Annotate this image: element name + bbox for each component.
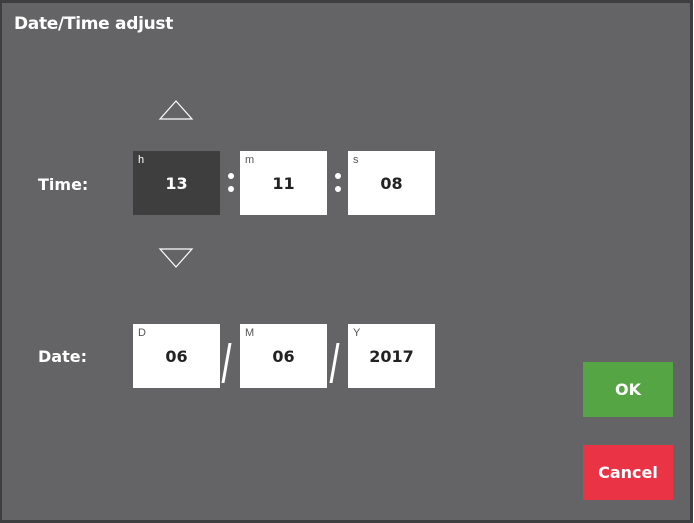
day-field[interactable]: D 06 (133, 324, 220, 388)
year-field[interactable]: Y 2017 (348, 324, 435, 388)
triangle-down-icon[interactable] (158, 247, 194, 269)
triangle-up-icon[interactable] (158, 99, 194, 121)
year-value: 2017 (369, 347, 414, 366)
cancel-button[interactable]: Cancel (583, 445, 673, 500)
month-unit: M (245, 327, 255, 339)
day-unit: D (138, 327, 146, 339)
hours-unit: h (138, 154, 145, 166)
time-separator (228, 173, 234, 193)
date-separator (221, 343, 232, 383)
year-unit: Y (353, 327, 361, 339)
day-value: 06 (165, 347, 188, 366)
month-field[interactable]: M 06 (240, 324, 327, 388)
seconds-field[interactable]: s 08 (348, 151, 435, 215)
minutes-unit: m (245, 154, 255, 166)
seconds-unit: s (353, 154, 359, 166)
month-value: 06 (272, 347, 295, 366)
hours-value: 13 (165, 174, 188, 193)
date-separator (329, 343, 340, 383)
time-separator (335, 173, 341, 193)
hours-field[interactable]: h 13 (133, 151, 220, 215)
date-label: Date: (38, 347, 87, 366)
dialog-title: Date/Time adjust (14, 14, 174, 34)
ok-button[interactable]: OK (583, 362, 673, 417)
time-label: Time: (38, 175, 89, 194)
date-time-dialog: Date/Time adjust Time: h 13 m 11 s 08 Da… (0, 0, 693, 523)
minutes-value: 11 (272, 174, 295, 193)
seconds-value: 08 (380, 174, 403, 193)
minutes-field[interactable]: m 11 (240, 151, 327, 215)
